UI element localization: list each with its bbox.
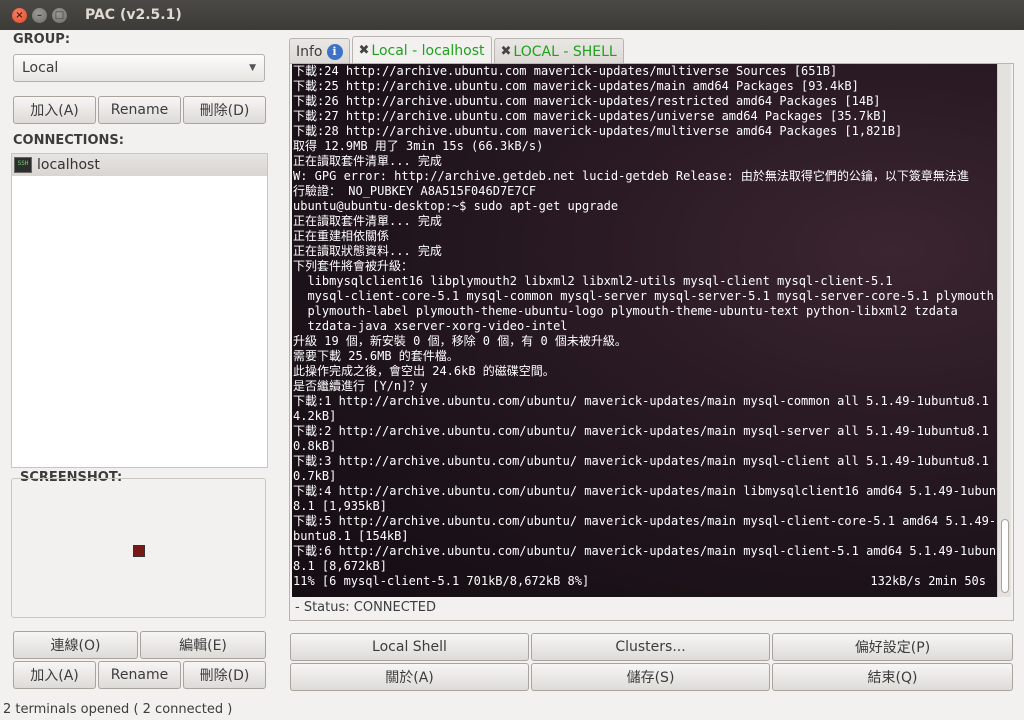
connection-delete-button[interactable]: 刪除(D): [183, 661, 266, 689]
group-value: Local: [22, 60, 59, 76]
group-delete-button[interactable]: 刪除(D): [183, 96, 266, 124]
tab-info[interactable]: Info i: [289, 38, 350, 64]
ssh-icon: SSH: [14, 157, 32, 173]
terminal-line: plymouth-label plymouth-theme-ubuntu-log…: [293, 304, 958, 318]
terminal-line: 下載:26 http://archive.ubuntu.com maverick…: [293, 94, 881, 108]
status-bar-text: 2 terminals opened ( 2 connected ): [3, 701, 233, 717]
quit-button[interactable]: 結束(Q): [772, 663, 1013, 691]
terminal-output[interactable]: 下載:24 http://archive.ubuntu.com maverick…: [292, 64, 998, 597]
terminal-line: 下載:24 http://archive.ubuntu.com maverick…: [293, 64, 838, 78]
group-combobox[interactable]: Local ▼: [13, 54, 265, 82]
window-title: PAC (v2.5.1): [85, 7, 182, 23]
local-shell-button[interactable]: Local Shell: [290, 633, 529, 661]
connect-button[interactable]: 連線(O): [13, 631, 138, 659]
connections-label: CONNECTIONS:: [13, 133, 124, 148]
terminal-line: 升級 19 個，新安裝 0 個，移除 0 個，有 0 個未被升級。: [293, 334, 627, 348]
terminal-line: 8.1 [1,935kB]: [293, 499, 387, 513]
about-button[interactable]: 關於(A): [290, 663, 529, 691]
scrollbar-thumb[interactable]: [1001, 519, 1009, 593]
terminal-line: 8.1 [8,672kB]: [293, 559, 387, 573]
group-rename-button[interactable]: Rename: [98, 96, 181, 124]
terminal-line: 下載:25 http://archive.ubuntu.com maverick…: [293, 79, 859, 93]
close-icon[interactable]: ✖: [501, 44, 512, 59]
terminal-scrollbar[interactable]: [997, 64, 1011, 597]
tab-bar: Info i ✖ Local - localhost ✖ LOCAL - SHE…: [289, 36, 626, 64]
preferences-button[interactable]: 偏好設定(P): [772, 633, 1013, 661]
terminal-line: libmysqlclient16 libplymouth2 libxml2 li…: [293, 274, 893, 288]
terminal-line: 下載:28 http://archive.ubuntu.com maverick…: [293, 124, 903, 138]
minimize-icon: –: [37, 9, 42, 21]
terminal-line: 此操作完成之後，會空出 24.6kB 的磁碟空間。: [293, 364, 555, 378]
connection-rename-button[interactable]: Rename: [98, 661, 181, 689]
terminal-line: buntu8.1 [154kB]: [293, 529, 409, 543]
tab-local-shell[interactable]: ✖ LOCAL - SHELL: [493, 38, 624, 64]
group-label: GROUP:: [13, 32, 71, 47]
title-bar: × – □ PAC (v2.5.1): [0, 0, 1024, 30]
tab-label: Info: [296, 43, 323, 60]
info-icon: i: [326, 43, 343, 60]
screenshot-thumbnail-icon[interactable]: [133, 545, 145, 557]
connections-list[interactable]: SSH localhost: [11, 153, 268, 468]
window-maximize-button[interactable]: □: [52, 7, 67, 23]
close-icon: ×: [15, 9, 24, 21]
terminal-line: tzdata-java xserver-xorg-video-intel: [293, 319, 568, 333]
status-bar: 2 terminals opened ( 2 connected ): [0, 698, 1024, 720]
terminal-line: 下載:4 http://archive.ubuntu.com/ubuntu/ m…: [293, 484, 998, 498]
maximize-icon: □: [54, 9, 65, 21]
left-panel: GROUP: Local ▼ 加入(A) Rename 刪除(D) CONNEC…: [0, 30, 276, 698]
terminal-line: 下載:5 http://archive.ubuntu.com/ubuntu/ m…: [293, 514, 998, 528]
terminal-frame: 下載:24 http://archive.ubuntu.com maverick…: [289, 63, 1014, 621]
terminal-line: 下載:3 http://archive.ubuntu.com/ubuntu/ m…: [293, 454, 998, 468]
clusters-button[interactable]: Clusters...: [531, 633, 770, 661]
terminal-line: W: GPG error: http://archive.getdeb.net …: [293, 169, 969, 183]
save-button[interactable]: 儲存(S): [531, 663, 770, 691]
close-icon[interactable]: ✖: [359, 43, 370, 58]
terminal-line: 4.2kB]: [293, 409, 337, 423]
terminal-line: 下載:6 http://archive.ubuntu.com/ubuntu/ m…: [293, 544, 998, 558]
tab-local-localhost[interactable]: ✖ Local - localhost: [351, 36, 492, 64]
edit-button[interactable]: 編輯(E): [140, 631, 266, 659]
terminal-line: 正在讀取狀態資料... 完成: [293, 244, 442, 258]
terminal-line: 行驗證： NO_PUBKEY A8A515F046D7E7CF: [293, 184, 537, 198]
terminal-line: 正在讀取套件清單... 完成: [293, 214, 442, 228]
window-minimize-button[interactable]: –: [32, 7, 47, 23]
terminal-line: 正在重建相依關係: [293, 229, 390, 243]
connection-label: localhost: [37, 157, 100, 173]
terminal-line: 下列套件將會被升級：: [293, 259, 414, 273]
terminal-line: 0.8kB]: [293, 439, 337, 453]
connection-add-button[interactable]: 加入(A): [13, 661, 96, 689]
terminal-line: 需要下載 25.6MB 的套件檔。: [293, 349, 459, 363]
screenshot-frame: [11, 478, 266, 618]
tab-label: Local - localhost: [371, 42, 485, 59]
terminal-line: 下載:2 http://archive.ubuntu.com/ubuntu/ m…: [293, 424, 998, 438]
chevron-down-icon: ▼: [249, 63, 256, 73]
connection-status: - Status: CONNECTED: [295, 600, 436, 615]
download-speed: 132kB/s 2min 50s: [870, 574, 986, 588]
terminal-line: 0.7kB]: [293, 469, 337, 483]
terminal-line: mysql-client-core-5.1 mysql-common mysql…: [293, 289, 994, 303]
window-close-button[interactable]: ×: [12, 7, 27, 23]
terminal-line: ubuntu@ubuntu-desktop:~$ sudo apt-get up…: [293, 199, 619, 213]
terminal-line: 是否繼續進行 [Y/n]？y: [293, 379, 428, 393]
group-add-button[interactable]: 加入(A): [13, 96, 96, 124]
tab-label: LOCAL - SHELL: [513, 43, 617, 60]
terminal-line: 下載:27 http://archive.ubuntu.com maverick…: [293, 109, 888, 123]
list-item[interactable]: SSH localhost: [12, 154, 267, 176]
terminal-line: 下載:1 http://archive.ubuntu.com/ubuntu/ m…: [293, 394, 998, 408]
terminal-line: 正在讀取套件清單... 完成: [293, 154, 442, 168]
terminal-line: 取得 12.9MB 用了 3min 15s (66.3kB/s): [293, 139, 544, 153]
